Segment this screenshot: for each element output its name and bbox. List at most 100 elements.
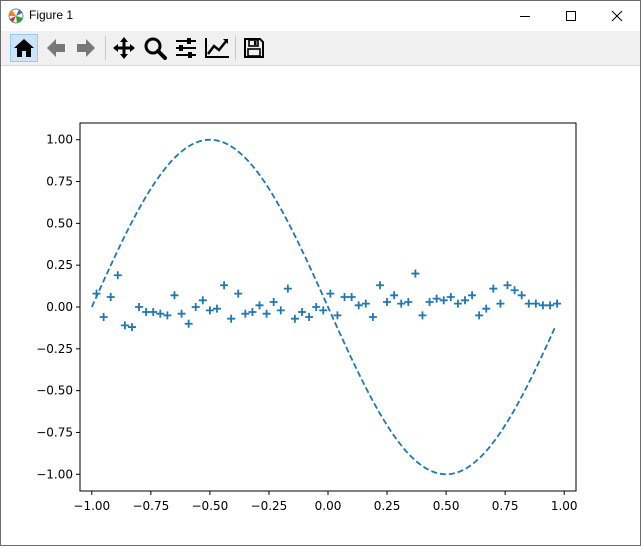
title-bar[interactable]: Figure 1 (1, 1, 640, 31)
data-point-marker (503, 281, 512, 290)
configure-subplots-button[interactable] (172, 34, 200, 62)
data-point-marker (142, 308, 151, 317)
configure-subplots-icon (176, 38, 196, 58)
data-point-marker (220, 281, 229, 290)
data-point-marker (390, 291, 399, 300)
data-point-marker (383, 297, 392, 306)
data-point-marker (425, 297, 434, 306)
navigation-toolbar (1, 31, 640, 66)
y-tick-label: 1.00 (46, 133, 73, 147)
data-point-marker (227, 314, 236, 323)
forward-arrow-icon (77, 39, 95, 57)
minimize-button[interactable] (502, 1, 548, 31)
back-button[interactable] (42, 34, 70, 62)
data-point-marker (340, 292, 349, 301)
data-point-marker (375, 281, 384, 290)
zoom-button[interactable] (141, 34, 169, 62)
x-tick-label: 0.25 (374, 499, 401, 513)
data-point-marker (326, 289, 335, 298)
data-point-marker (460, 296, 469, 305)
data-point-marker (453, 299, 462, 308)
data-point-marker (191, 303, 200, 311)
chart: −1.00 −0.75 −0.50 −0.25 0.00 0.25 0.50 0.75 1.00… (36, 122, 578, 513)
data-point-marker (553, 299, 562, 308)
data-point-marker (411, 269, 420, 278)
data-point-marker (212, 304, 221, 313)
data-point-marker (198, 296, 207, 305)
matplotlib-logo-icon (8, 8, 24, 24)
minimize-icon (520, 16, 530, 17)
data-point-marker (546, 301, 555, 310)
home-icon (14, 39, 34, 57)
edit-axis-button[interactable] (203, 34, 231, 62)
x-tick-label: 0.75 (492, 499, 519, 513)
data-point-marker (531, 299, 540, 308)
data-point-marker (234, 289, 243, 298)
data-point-marker (156, 309, 165, 318)
data-point-marker (92, 289, 101, 298)
toolbar-separator (105, 36, 106, 60)
maximize-button[interactable] (548, 1, 594, 31)
data-point-marker (496, 299, 505, 308)
back-arrow-icon (47, 39, 65, 57)
data-point-marker (248, 308, 257, 317)
data-point-marker (241, 309, 250, 318)
home-button[interactable] (10, 34, 38, 62)
y-tick-label: −0.75 (36, 425, 73, 439)
data-point-marker (163, 311, 172, 320)
data-point-marker (149, 308, 158, 317)
x-tick-label: 0.00 (315, 499, 342, 513)
save-button[interactable] (240, 34, 268, 62)
data-point-marker (361, 299, 370, 308)
y-tick-label: 0.00 (46, 300, 73, 314)
data-point-marker (510, 286, 519, 295)
data-point-marker (517, 291, 526, 300)
y-tick-label: −1.00 (36, 467, 73, 481)
data-point-marker (418, 311, 427, 320)
x-tick-label: 1.00 (551, 499, 578, 513)
data-point-marker (184, 319, 193, 328)
data-point-marker (333, 311, 342, 320)
data-point-marker (269, 297, 278, 306)
data-point-marker (446, 292, 455, 301)
axis-ticks: −1.00 −0.75 −0.50 −0.25 0.00 0.25 0.50 0.75 1.00… (36, 133, 577, 513)
figure-canvas[interactable]: −1.00 −0.75 −0.50 −0.25 0.00 0.25 0.50 0.75 1.00… (1, 66, 640, 545)
data-point-marker (319, 306, 328, 315)
data-point-marker (397, 299, 406, 308)
x-tick-label: −0.50 (192, 499, 229, 513)
forward-button[interactable] (72, 34, 100, 62)
data-point-marker (468, 291, 477, 300)
x-tick-label: −1.00 (73, 499, 110, 513)
pan-button[interactable] (110, 34, 138, 62)
toolbar-separator (235, 36, 236, 60)
data-point-marker (432, 294, 441, 303)
y-tick-label: 0.50 (46, 216, 73, 230)
data-point-marker (255, 301, 264, 310)
data-point-marker (404, 297, 413, 306)
y-tick-label: 0.75 (46, 175, 73, 189)
data-point-marker (113, 271, 122, 280)
data-point-marker (120, 321, 129, 330)
zoom-icon (144, 37, 167, 60)
x-tick-label: −0.75 (132, 499, 169, 513)
close-icon (611, 10, 623, 22)
data-point-marker (276, 306, 285, 315)
pan-icon (113, 37, 135, 59)
data-point-marker (354, 301, 363, 310)
data-point-marker (177, 309, 186, 318)
data-point-marker (298, 308, 307, 317)
data-point-marker (439, 296, 448, 305)
data-point-marker (283, 284, 292, 293)
data-point-marker (99, 313, 108, 322)
close-button[interactable] (594, 1, 640, 31)
data-point-marker (368, 313, 377, 322)
data-point-marker (524, 299, 533, 308)
save-icon (244, 38, 264, 58)
data-point-marker (482, 304, 491, 313)
data-point-marker (290, 314, 299, 323)
data-point-marker (347, 292, 356, 301)
x-tick-label: −0.25 (251, 499, 288, 513)
data-point-marker (127, 323, 136, 332)
plot-marks (90, 138, 562, 476)
data-point-marker (538, 301, 547, 310)
